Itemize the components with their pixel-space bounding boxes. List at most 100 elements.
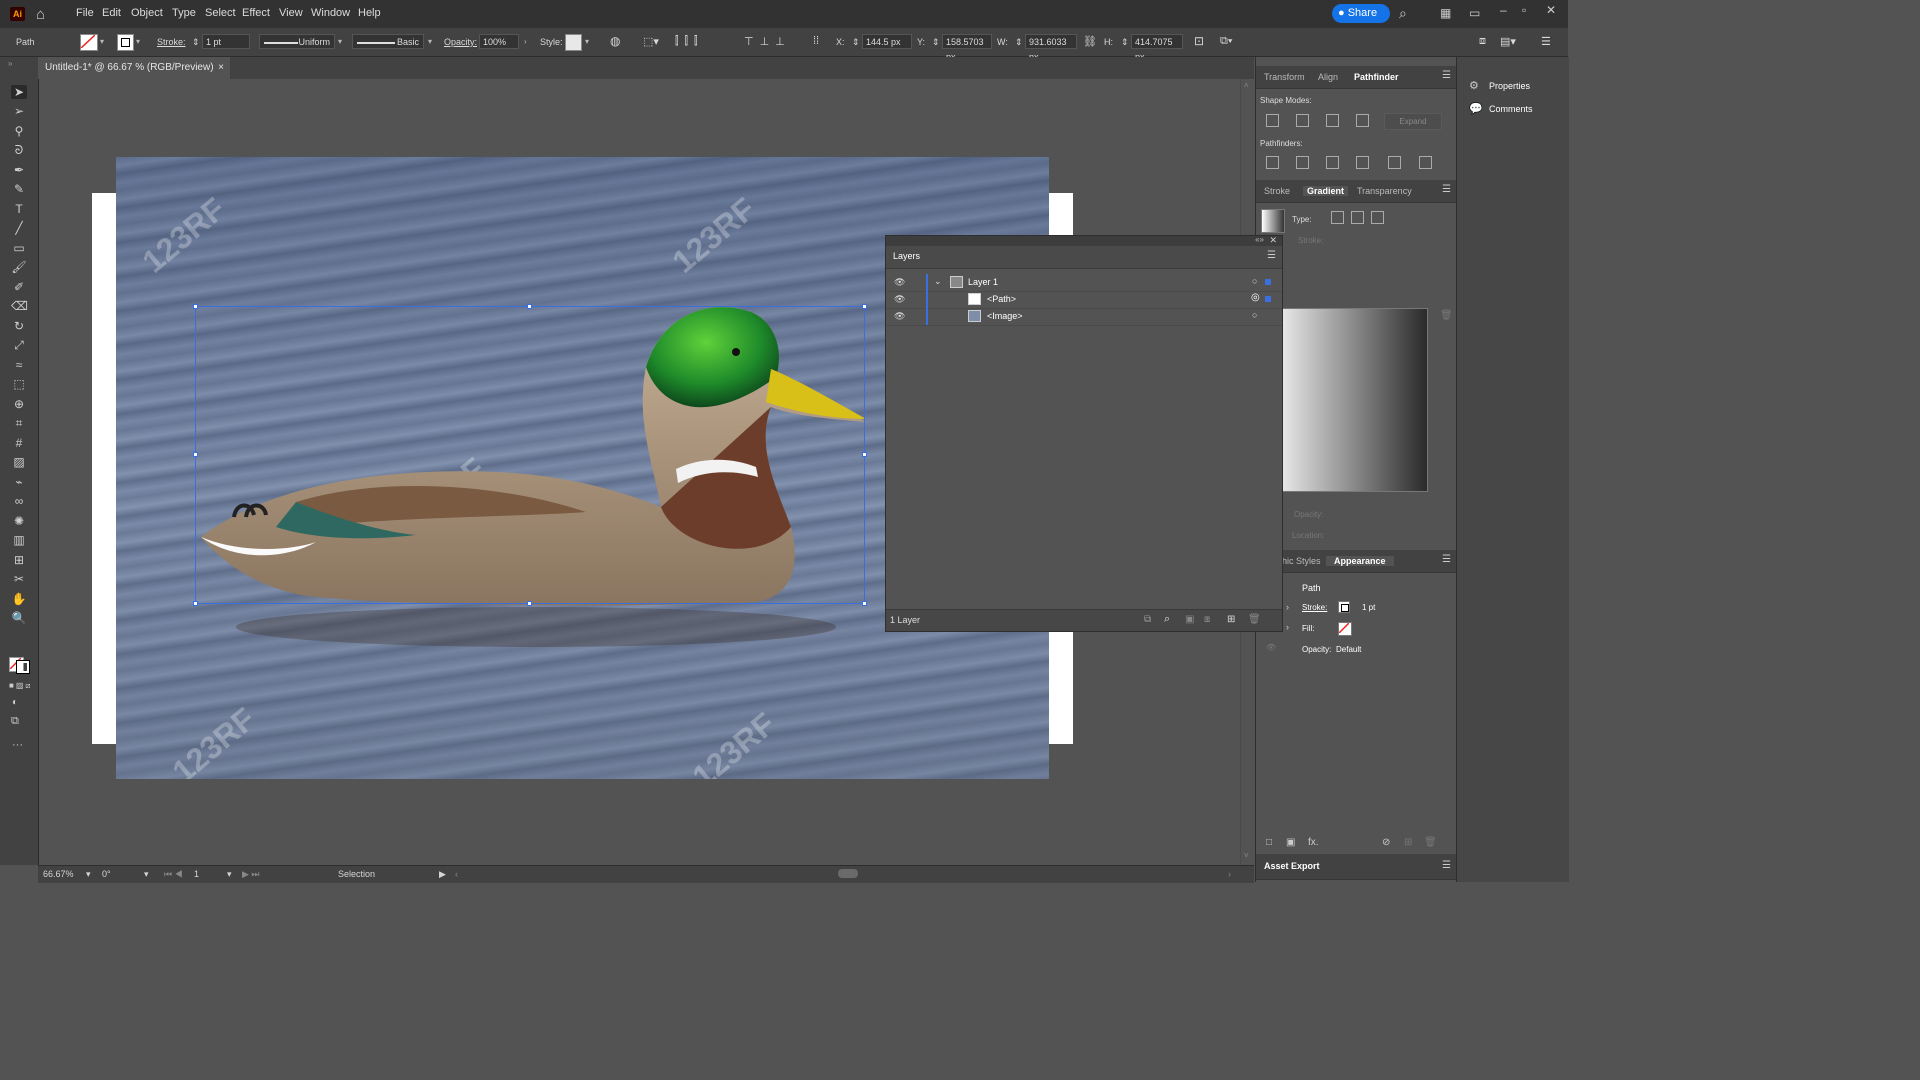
scroll-down-icon[interactable]: ˅	[1244, 851, 1249, 860]
style-swatch[interactable]	[565, 34, 582, 51]
workspace-icon[interactable]: ▭	[1469, 6, 1480, 20]
panel-menu-icon[interactable]: ☰	[1442, 70, 1451, 81]
shape-builder-tool-icon[interactable]: ⊕	[11, 397, 27, 411]
properties-panel-button[interactable]: Properties	[1489, 81, 1530, 91]
tab-pathfinder[interactable]: Pathfinder	[1354, 72, 1399, 82]
scroll-right-icon[interactable]: ›	[1228, 869, 1231, 879]
artboard-nav-next-icons[interactable]: ▶ ⏭	[242, 869, 260, 880]
close-window-button[interactable]: ✕	[1546, 3, 1556, 17]
zoom-tool-icon[interactable]: 🔍	[11, 611, 27, 625]
curvature-tool-icon[interactable]: ✎	[11, 182, 27, 196]
resize-handle[interactable]	[527, 601, 532, 606]
maximize-button[interactable]: ▫	[1522, 3, 1526, 17]
resize-handle[interactable]	[862, 601, 867, 606]
visibility-eye-icon[interactable]: 👁	[894, 311, 905, 322]
locate-object-icon[interactable]: ⌕	[1164, 613, 1170, 626]
expand-stroke-icon[interactable]: ›	[1286, 602, 1289, 612]
resize-handle[interactable]	[193, 304, 198, 309]
linear-gradient-icon[interactable]	[1331, 211, 1344, 224]
clipping-mask-icon[interactable]: ▣	[1185, 614, 1194, 625]
image-name[interactable]: <Image>	[987, 311, 1023, 321]
layer-name[interactable]: Layer 1	[968, 277, 998, 287]
arrange-icon[interactable]: ⧈	[1479, 35, 1486, 48]
brush-definition[interactable]: Basic	[352, 34, 424, 49]
menu-object[interactable]: Object	[131, 7, 163, 19]
pen-tool-icon[interactable]: ✒	[11, 163, 27, 177]
selection-tool-icon[interactable]: ➤	[11, 85, 27, 99]
artboard-dropdown-icon[interactable]: ▾	[227, 869, 232, 880]
opacity-arrow-icon[interactable]: ›	[524, 37, 527, 46]
rotation-value[interactable]: 0°	[102, 869, 111, 879]
duplicate-item-icon[interactable]: ⊞	[1404, 837, 1412, 848]
layers-tab[interactable]: Layers ☰	[886, 246, 1282, 269]
menu-help[interactable]: Help	[358, 7, 381, 19]
add-fill-icon[interactable]: ▣	[1286, 837, 1295, 848]
targeted-circle-icon[interactable]: ◎	[1251, 292, 1260, 303]
comments-icon[interactable]: 💬	[1469, 102, 1483, 115]
color-mode-icons[interactable]: ■▨⧄	[9, 681, 32, 691]
tab-appearance[interactable]: Appearance	[1326, 556, 1394, 566]
resize-handle[interactable]	[527, 304, 532, 309]
zoom-dropdown-icon[interactable]: ▾	[86, 869, 91, 880]
search-icon[interactable]: ⌕	[1399, 5, 1407, 22]
resize-handle[interactable]	[193, 452, 198, 457]
stroke-label[interactable]: Stroke:	[157, 37, 186, 47]
arrange-documents-icon[interactable]: ▦	[1440, 6, 1451, 20]
slice-tool-icon[interactable]: ✂	[11, 572, 27, 586]
eyedropper-tool-icon[interactable]: ⌁	[11, 475, 27, 489]
type-tool-icon[interactable]: T	[11, 202, 27, 216]
delete-item-icon[interactable]: 🗑	[1424, 837, 1437, 848]
export-icon[interactable]: ⧉	[1144, 614, 1151, 625]
gradient-preview[interactable]	[1282, 308, 1428, 492]
isolate-icon[interactable]: ⧉▾	[1220, 35, 1232, 48]
collapse-panel-icon[interactable]: «»	[1255, 235, 1264, 244]
home-icon[interactable]: ⌂	[36, 6, 45, 23]
perspective-grid-tool-icon[interactable]: ⌗	[11, 416, 27, 430]
panel-menu-icon[interactable]: ☰	[1442, 554, 1451, 565]
delete-layer-icon[interactable]: 🗑	[1248, 614, 1261, 625]
new-sublayer-icon[interactable]: ⧆	[1204, 614, 1210, 625]
tab-transform[interactable]: Transform	[1264, 72, 1305, 82]
distribute-icon[interactable]: ⁞⁞	[813, 35, 819, 47]
minus-front-icon[interactable]	[1296, 114, 1309, 127]
stroke-weight-field[interactable]: 1 pt	[202, 34, 250, 49]
layers-panel-titlebar[interactable]: «» ✕	[886, 235, 1282, 246]
trim-icon[interactable]	[1296, 156, 1309, 169]
draw-mode-icon[interactable]: ◐	[12, 697, 18, 708]
new-layer-icon[interactable]: ⊞	[1227, 614, 1235, 625]
panel-toggle-icon[interactable]: ▤▾	[1500, 35, 1516, 48]
opacity-eye-icon[interactable]: 👁	[1266, 643, 1276, 652]
fill-dropdown-icon[interactable]: ▾	[100, 37, 104, 46]
share-button[interactable]: ● Share	[1332, 4, 1390, 23]
gradient-tool-icon[interactable]: ▨	[11, 455, 27, 469]
layer-row-path[interactable]: 👁 <Path> ◎	[886, 291, 1282, 309]
blend-tool-icon[interactable]: ∞	[11, 494, 27, 508]
control-menu-icon[interactable]: ☰	[1541, 35, 1551, 48]
horizontal-scrollbar-thumb[interactable]	[838, 869, 858, 878]
menu-select[interactable]: Select	[205, 7, 236, 19]
minimize-button[interactable]: –	[1500, 3, 1507, 17]
gradient-swatch[interactable]	[1261, 209, 1285, 233]
zoom-level[interactable]: 66.67%	[43, 869, 74, 879]
appearance-stroke-swatch[interactable]	[1338, 601, 1350, 613]
status-menu-arrow-icon[interactable]: ▶	[439, 869, 446, 880]
comments-panel-button[interactable]: Comments	[1489, 104, 1533, 114]
artboard-nav-prev-icons[interactable]: ⏮ ◀	[164, 869, 183, 880]
rotation-dropdown-icon[interactable]: ▾	[144, 869, 149, 880]
artboard-tool-icon[interactable]: ⊞	[11, 553, 27, 567]
layer-row-layer1[interactable]: 👁 ⌄ Layer 1 ○	[886, 274, 1282, 292]
menu-view[interactable]: View	[279, 7, 303, 19]
scale-tool-icon[interactable]: ⤢	[11, 338, 27, 352]
width-field[interactable]: 931.6033 px	[1025, 34, 1077, 62]
eraser-tool-icon[interactable]: ⌫	[11, 299, 28, 313]
menu-edit[interactable]: Edit	[102, 7, 121, 19]
hand-tool-icon[interactable]: ✋	[11, 592, 27, 606]
y-stepper-icon[interactable]: ⇕	[932, 37, 940, 48]
constrain-proportions-icon[interactable]: ⛓	[1083, 35, 1097, 48]
shaper-tool-icon[interactable]: ✐	[11, 280, 27, 294]
align-buttons-icon[interactable]: ⫿⫿⫿	[675, 35, 704, 48]
divide-icon[interactable]	[1266, 156, 1279, 169]
toolbar-collapse-icon[interactable]: »	[8, 59, 30, 68]
close-tab-icon[interactable]: ×	[218, 57, 224, 79]
merge-icon[interactable]	[1326, 156, 1339, 169]
